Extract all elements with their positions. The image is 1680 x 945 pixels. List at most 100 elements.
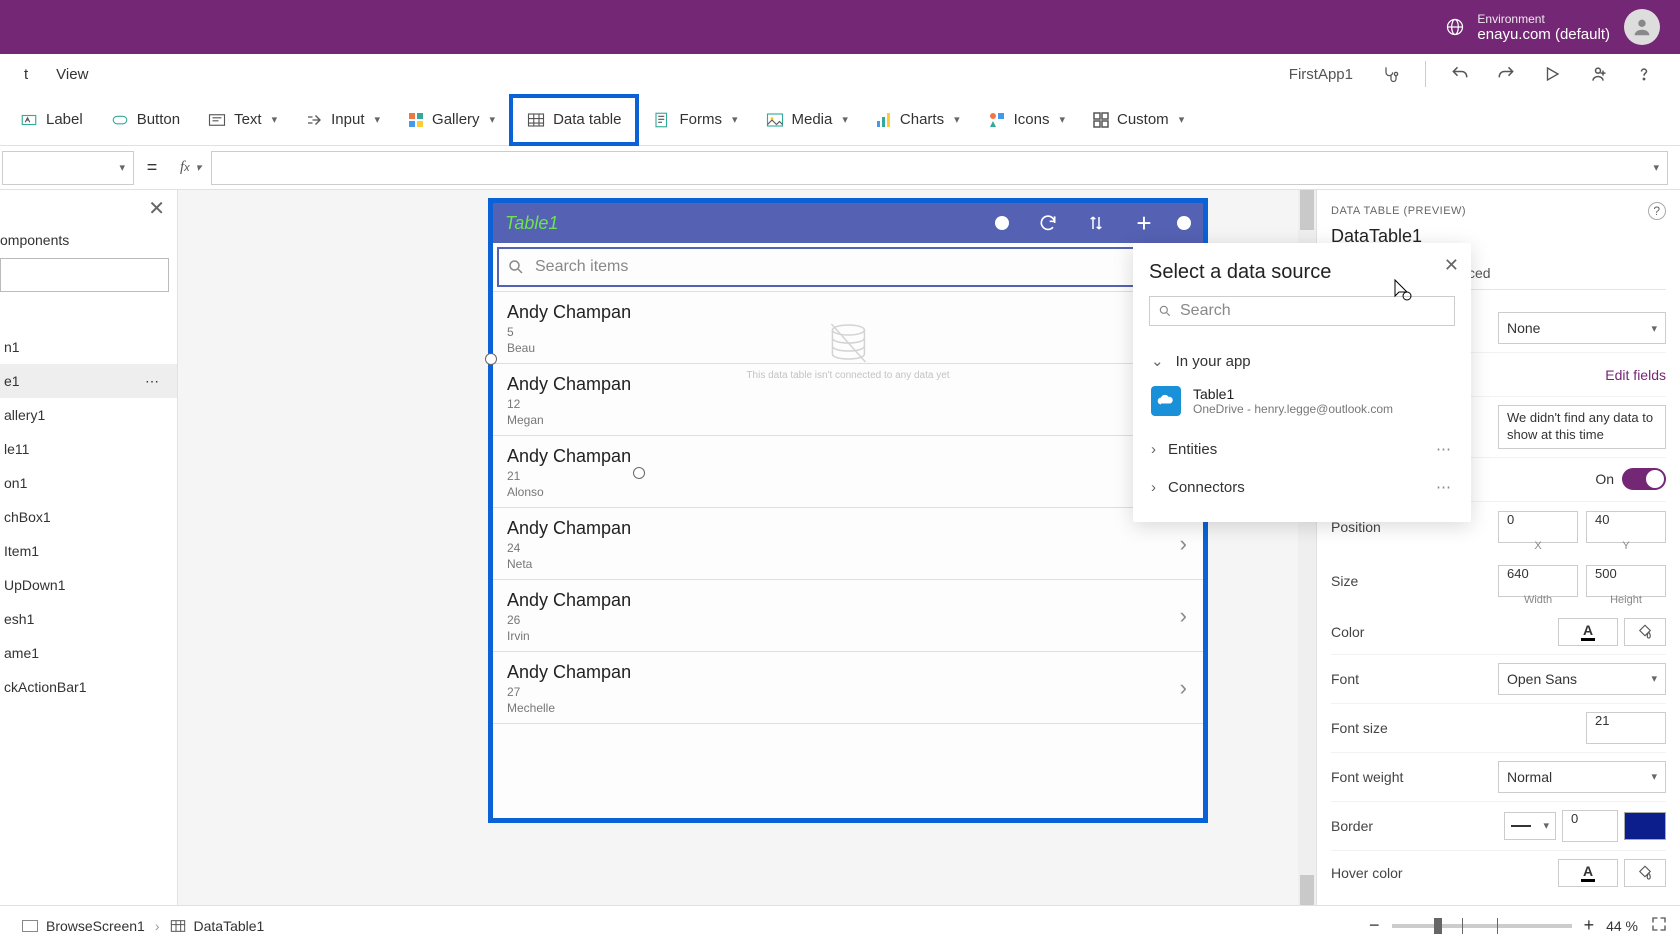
insert-data-table-button[interactable]: Data table bbox=[509, 94, 639, 146]
position-y-input[interactable]: 40 bbox=[1586, 511, 1666, 543]
zoom-out-button[interactable]: − bbox=[1369, 915, 1380, 936]
menu-view[interactable]: View bbox=[42, 66, 102, 83]
user-avatar[interactable] bbox=[1624, 9, 1660, 45]
popup-search-input[interactable]: Search bbox=[1149, 296, 1455, 326]
fill-color-button[interactable] bbox=[1624, 618, 1666, 646]
breadcrumb-control[interactable]: DataTable1 bbox=[160, 918, 275, 934]
search-icon bbox=[507, 258, 525, 276]
tree-item[interactable]: on1 bbox=[0, 466, 177, 500]
insert-icons-button[interactable]: Icons▾ bbox=[974, 100, 1079, 140]
font-size-input[interactable]: 21 bbox=[1586, 712, 1666, 744]
app-name: FirstApp1 bbox=[1289, 66, 1353, 83]
tree-item[interactable]: n1 bbox=[0, 330, 177, 364]
chevron-down-icon: ▾ bbox=[272, 113, 278, 126]
section-entities[interactable]: ›Entities⋯ bbox=[1149, 430, 1455, 468]
position-x-input[interactable]: 0 bbox=[1498, 511, 1578, 543]
list-item[interactable]: Andy Champan24Neta› bbox=[493, 508, 1203, 580]
selection-handle[interactable] bbox=[1177, 216, 1191, 230]
insert-text-button[interactable]: Text▾ bbox=[194, 100, 291, 140]
resize-handle[interactable] bbox=[633, 467, 645, 479]
tree-tab-components[interactable]: omponents bbox=[0, 226, 177, 252]
tree-item[interactable]: le11 bbox=[0, 432, 177, 466]
insert-input-button[interactable]: Input▾ bbox=[291, 100, 394, 140]
tree-view-panel: ✕ omponents n1 e1⋯ allery1 le11 on1 chBo… bbox=[0, 190, 178, 905]
insert-charts-button[interactable]: Charts▾ bbox=[862, 100, 974, 140]
environment-selector[interactable]: Environment enayu.com (default) bbox=[1445, 12, 1610, 43]
help-icon[interactable]: ? bbox=[1648, 202, 1666, 220]
data-source-popup: ✕ Select a data source Search ⌄In your a… bbox=[1133, 243, 1471, 522]
help-button[interactable] bbox=[1626, 56, 1662, 92]
no-data-text-input[interactable]: We didn't find any data to show at this … bbox=[1498, 405, 1666, 449]
play-button[interactable] bbox=[1534, 56, 1570, 92]
property-selector[interactable]: ▾ bbox=[2, 151, 134, 185]
tree-item[interactable]: Item1 bbox=[0, 534, 177, 568]
hover-font-color-button[interactable]: A bbox=[1558, 859, 1618, 887]
onedrive-icon bbox=[1151, 386, 1181, 416]
environment-value: enayu.com (default) bbox=[1477, 26, 1610, 43]
font-weight-select[interactable]: Normal▾ bbox=[1498, 761, 1666, 793]
tree-item[interactable]: ame1 bbox=[0, 636, 177, 670]
gallery-search-input[interactable]: Search items bbox=[497, 247, 1199, 287]
selection-handle[interactable] bbox=[995, 216, 1009, 230]
insert-custom-button[interactable]: Custom▾ bbox=[1079, 100, 1198, 140]
close-icon[interactable]: ✕ bbox=[148, 196, 165, 221]
section-in-your-app[interactable]: ⌄In your app bbox=[1149, 342, 1455, 380]
table-icon bbox=[170, 919, 186, 933]
list-item[interactable]: Andy Champan27Mechelle› bbox=[493, 652, 1203, 724]
close-popup-button[interactable]: ✕ bbox=[1444, 255, 1459, 276]
tree-item[interactable]: ckActionBar1 bbox=[0, 670, 177, 704]
font-select[interactable]: Open Sans▾ bbox=[1498, 663, 1666, 695]
insert-button-button[interactable]: Button bbox=[97, 100, 194, 140]
chevron-down-icon: ⌄ bbox=[1151, 352, 1164, 370]
tree-search-input[interactable] bbox=[0, 258, 169, 292]
more-icon[interactable]: ⋯ bbox=[1436, 478, 1453, 496]
refresh-icon[interactable] bbox=[1029, 209, 1067, 237]
zoom-slider[interactable] bbox=[1392, 924, 1572, 928]
more-icon[interactable]: ⋯ bbox=[145, 373, 159, 390]
tree-item[interactable]: esh1 bbox=[0, 602, 177, 636]
data-table-selection[interactable]: Table1 + Search items This data table is… bbox=[488, 198, 1208, 823]
border-style-select[interactable]: ▾ bbox=[1504, 812, 1556, 840]
list-item[interactable]: Andy Champan26Irvin› bbox=[493, 580, 1203, 652]
zoom-in-button[interactable]: + bbox=[1584, 915, 1595, 936]
resize-handle[interactable] bbox=[485, 353, 497, 365]
sort-icon[interactable] bbox=[1077, 209, 1115, 237]
size-height-input[interactable]: 500 bbox=[1586, 565, 1666, 597]
add-icon[interactable]: + bbox=[1125, 209, 1163, 237]
tree-item[interactable]: UpDown1 bbox=[0, 568, 177, 602]
list-item[interactable]: Andy Champan21Alonso› bbox=[493, 436, 1203, 508]
formula-input[interactable]: ▾ bbox=[211, 151, 1668, 185]
fx-button[interactable]: fx▾ bbox=[170, 159, 211, 176]
border-width-input[interactable]: 0 bbox=[1562, 810, 1618, 842]
menu-t[interactable]: t bbox=[10, 66, 42, 83]
visible-toggle[interactable]: On bbox=[1595, 468, 1666, 490]
prop-color: Color A bbox=[1331, 610, 1666, 655]
canvas[interactable]: Table1 + Search items This data table is… bbox=[178, 190, 1316, 905]
data-source-item-table1[interactable]: Table1OneDrive - henry.legge@outlook.com bbox=[1149, 380, 1455, 430]
list-item[interactable]: Andy Champan5Beau› bbox=[493, 292, 1203, 364]
screen-icon bbox=[22, 920, 38, 932]
hover-fill-color-button[interactable] bbox=[1624, 859, 1666, 887]
tree-item[interactable]: allery1 bbox=[0, 398, 177, 432]
tree-item[interactable]: chBox1 bbox=[0, 500, 177, 534]
insert-gallery-button[interactable]: Gallery▾ bbox=[394, 100, 509, 140]
insert-forms-button[interactable]: Forms▾ bbox=[639, 100, 751, 140]
fit-to-screen-button[interactable] bbox=[1650, 915, 1668, 936]
border-color-chip[interactable] bbox=[1624, 812, 1666, 840]
undo-button[interactable] bbox=[1442, 56, 1478, 92]
insert-label-button[interactable]: Label bbox=[6, 100, 97, 140]
size-width-input[interactable]: 640 bbox=[1498, 565, 1578, 597]
tree-item-selected[interactable]: e1⋯ bbox=[0, 364, 177, 398]
data-source-select[interactable]: None▾ bbox=[1498, 312, 1666, 344]
list-item[interactable]: Andy Champan12Megan› bbox=[493, 364, 1203, 436]
share-button[interactable] bbox=[1580, 56, 1616, 92]
breadcrumb-screen[interactable]: BrowseScreen1 bbox=[12, 918, 155, 934]
health-check-icon[interactable] bbox=[1373, 56, 1409, 92]
redo-button[interactable] bbox=[1488, 56, 1524, 92]
insert-media-button[interactable]: Media▾ bbox=[752, 100, 862, 140]
section-connectors[interactable]: ›Connectors⋯ bbox=[1149, 468, 1455, 506]
edit-fields-link[interactable]: Edit fields bbox=[1605, 367, 1666, 383]
prop-font-size: Font size 21 bbox=[1331, 704, 1666, 753]
font-color-button[interactable]: A bbox=[1558, 618, 1618, 646]
more-icon[interactable]: ⋯ bbox=[1436, 440, 1453, 458]
